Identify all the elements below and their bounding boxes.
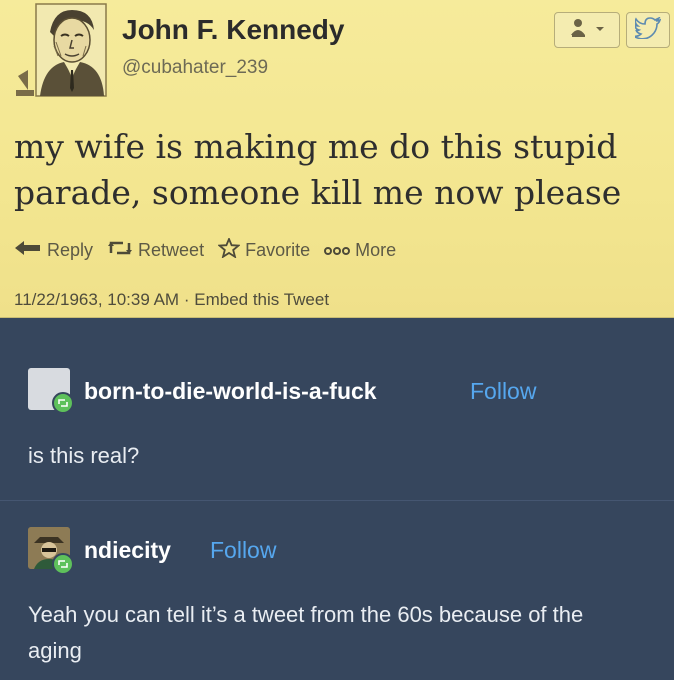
follow-button[interactable]: Follow [210,537,276,564]
reblog-username[interactable]: ndiecity [84,537,171,564]
meta-separator: · [183,290,190,309]
tweet-actions: Reply Retweet Favorite More [14,236,396,264]
reply-arrow-icon [14,240,42,261]
reblog-comment: ndiecity Follow Yeah you can tell it’s a… [0,501,674,680]
tweet-author-handle[interactable]: @cubahater_239 [122,57,268,79]
reply-action[interactable]: Reply [14,240,93,261]
more-label: More [355,239,397,260]
tweet-meta: 11/22/1963, 10:39 AM · Embed this Tweet [14,290,329,310]
tweet-timestamp[interactable]: 11/22/1963, 10:39 AM [14,290,179,309]
tweet-author-name[interactable]: John F. Kennedy [122,14,344,46]
reply-label: Reply [47,239,94,260]
tweet-card: John F. Kennedy @cubahater_239 my wife i… [0,0,674,318]
reblog-icon [52,392,74,414]
chevron-down-icon [595,21,605,39]
embed-tweet-link[interactable]: Embed this Tweet [194,290,329,309]
reblog-comment-text: is this real? [28,443,140,468]
more-action[interactable]: More [324,240,396,261]
user-follow-icon [569,17,591,44]
retweet-icon [107,239,133,262]
favorite-action[interactable]: Favorite [217,236,311,263]
tweet-text: my wife is making me do this stupid para… [14,127,622,212]
twitter-bird-button[interactable] [626,12,670,48]
twitter-bird-icon [632,15,662,44]
follow-button[interactable]: Follow [470,378,536,405]
more-dots-icon [324,240,351,261]
star-icon [217,236,241,263]
favorite-label: Favorite [245,239,311,260]
follow-user-button[interactable] [554,12,620,48]
reblog-username[interactable]: born-to-die-world-is-a-fuck [84,378,377,405]
reblog-comment-text: Yeah you can tell it’s a tweet from the … [28,602,584,663]
retweet-action[interactable]: Retweet [107,239,204,262]
jfk-portrait-avatar[interactable] [14,2,108,98]
reblog-icon [52,553,74,575]
reblog-comment: born-to-die-world-is-a-fuck Follow is th… [0,318,674,498]
retweet-label: Retweet [138,239,205,260]
